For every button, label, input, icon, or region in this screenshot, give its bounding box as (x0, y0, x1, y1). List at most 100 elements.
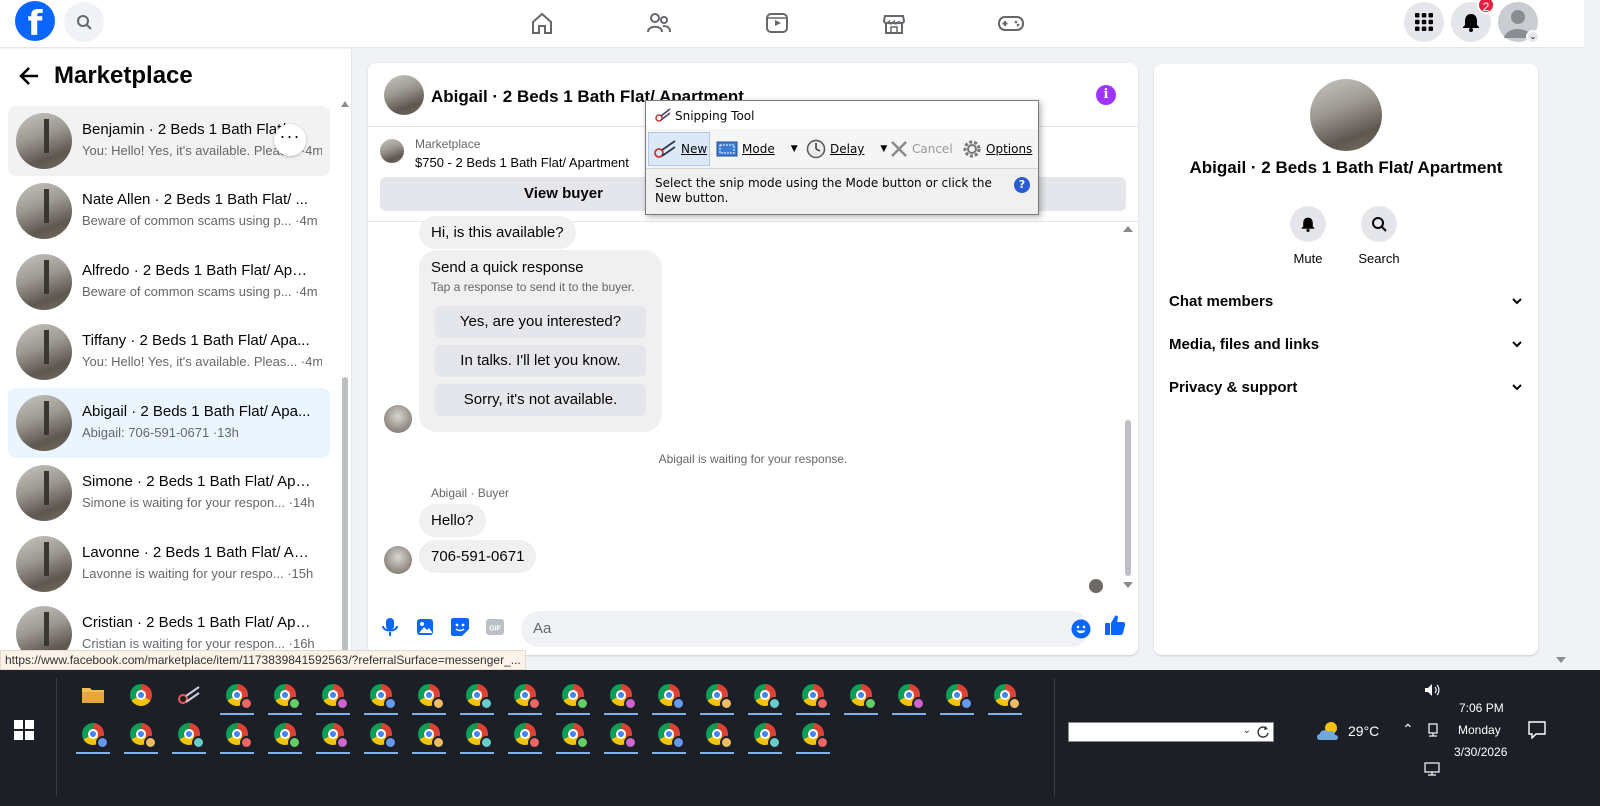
search-in-conversation-button[interactable]: Search (1349, 206, 1409, 266)
chrome-taskbar-button[interactable] (652, 678, 686, 715)
chrome-taskbar-button[interactable] (460, 678, 494, 715)
media-files-links-section[interactable]: Media, files and links (1169, 336, 1523, 353)
chrome-taskbar-button[interactable] (940, 678, 974, 715)
menu-button[interactable] (1404, 2, 1444, 42)
chrome-taskbar-button[interactable] (556, 678, 590, 715)
chrome-taskbar-button[interactable] (124, 678, 158, 712)
snipping-tool-taskbar-button[interactable] (172, 678, 206, 712)
chrome-taskbar-button[interactable] (316, 678, 350, 715)
chrome-taskbar-button[interactable] (508, 678, 542, 715)
quick-response-button[interactable]: Sorry, it's not available. (435, 384, 646, 416)
chrome-taskbar-button[interactable] (604, 717, 638, 754)
scroll-up-arrow-icon[interactable] (341, 101, 349, 107)
mode-button[interactable]: Mode ▼ (716, 132, 798, 166)
notifications-button[interactable]: 2 (1451, 0, 1495, 42)
emoji-icon[interactable] (1071, 619, 1091, 639)
chrome-taskbar-button[interactable] (220, 717, 254, 754)
conversation-item-active[interactable]: Abigail · 2 Beds 1 Bath Flat/ Apa... Abi… (8, 388, 330, 458)
new-snip-button[interactable]: New (648, 132, 710, 166)
chrome-taskbar-button[interactable] (364, 717, 398, 754)
chrome-taskbar-button[interactable] (988, 678, 1022, 715)
conversation-item[interactable]: Alfredo · 2 Beds 1 Bath Flat/ Apa... Bew… (8, 247, 330, 317)
scrollbar-thumb[interactable] (1125, 420, 1131, 576)
snipping-tool-titlebar[interactable]: Snipping Tool (646, 101, 1038, 129)
taskbar-address-box[interactable]: ⌄ (1068, 722, 1274, 742)
friends-nav-button[interactable] (642, 6, 676, 40)
quick-response-button[interactable]: In talks. I'll let you know. (435, 345, 646, 377)
chrome-taskbar-button[interactable] (412, 717, 446, 754)
start-button[interactable] (14, 720, 34, 740)
voice-clip-button[interactable] (379, 616, 401, 638)
chat-members-section[interactable]: Chat members (1169, 293, 1523, 310)
chrome-taskbar-button[interactable] (748, 678, 782, 715)
display-icon[interactable] (1424, 762, 1440, 776)
chrome-taskbar-button[interactable] (796, 678, 830, 715)
conversation-item[interactable]: Tiffany · 2 Beds 1 Bath Flat/ Apa... You… (8, 317, 330, 387)
chrome-taskbar-button[interactable] (700, 678, 734, 715)
chrome-taskbar-button[interactable] (556, 717, 590, 754)
refresh-icon[interactable] (1256, 725, 1270, 739)
like-button[interactable] (1104, 614, 1126, 636)
back-arrow-icon[interactable] (18, 65, 40, 87)
options-button[interactable]: Options (962, 132, 1032, 166)
mute-button[interactable]: Mute (1278, 206, 1338, 266)
buyer-avatar[interactable] (384, 405, 412, 433)
clock-day[interactable]: Monday (1458, 723, 1501, 737)
file-explorer-taskbar-button[interactable] (76, 678, 110, 712)
chrome-taskbar-button[interactable] (220, 678, 254, 715)
gif-button[interactable]: GIF (484, 616, 506, 638)
notification-center-icon[interactable] (1528, 721, 1546, 739)
weather-button[interactable] (1312, 714, 1346, 748)
quick-response-button[interactable]: Yes, are you interested? (435, 306, 646, 338)
chrome-taskbar-button[interactable] (892, 678, 926, 715)
chrome-taskbar-button[interactable] (796, 717, 830, 754)
conversation-item[interactable]: Lavonne · 2 Beds 1 Bath Flat/ Ap... Lavo… (8, 529, 330, 599)
chrome-taskbar-button[interactable] (124, 717, 158, 754)
conversation-item[interactable]: Benjamin · 2 Beds 1 Bath Flat/ ... You: … (8, 106, 330, 176)
chrome-taskbar-button[interactable] (652, 717, 686, 754)
info-icon[interactable]: i (1096, 85, 1116, 105)
chrome-taskbar-button[interactable] (844, 678, 878, 715)
clock-time[interactable]: 7:06 PM (1459, 701, 1504, 715)
speaker-volume-icon[interactable] (1424, 683, 1440, 697)
show-hidden-icons-chevron-icon[interactable]: ⌃ (1402, 721, 1414, 738)
marketplace-nav-button[interactable] (877, 6, 911, 40)
chrome-taskbar-button[interactable] (364, 678, 398, 715)
network-icon[interactable] (1426, 722, 1442, 738)
chat-scrollbar[interactable] (1123, 226, 1133, 592)
scroll-down-arrow-icon[interactable] (1123, 582, 1133, 588)
scroll-up-arrow-icon[interactable] (1123, 226, 1133, 232)
listing-avatar[interactable] (1310, 79, 1382, 151)
dropdown-arrow-icon[interactable]: ▼ (880, 144, 887, 154)
chrome-taskbar-button[interactable] (748, 717, 782, 754)
temperature[interactable]: 29°C (1348, 723, 1379, 739)
clock-date[interactable]: 3/30/2026 (1454, 745, 1507, 759)
facebook-logo[interactable]: f (15, 1, 55, 44)
chrome-taskbar-button[interactable] (508, 717, 542, 754)
sticker-button[interactable] (449, 616, 471, 638)
page-scrollbar[interactable] (1554, 48, 1568, 668)
account-avatar-button[interactable]: ⌄ (1498, 2, 1540, 44)
chrome-taskbar-button[interactable] (316, 717, 350, 754)
chrome-taskbar-button[interactable] (460, 717, 494, 754)
cancel-button[interactable]: Cancel (890, 132, 953, 166)
home-nav-button[interactable] (525, 6, 559, 40)
help-icon[interactable]: ? (1014, 177, 1030, 193)
conversation-list-scrollbar[interactable] (341, 101, 349, 667)
chrome-taskbar-button[interactable] (604, 678, 638, 715)
gaming-nav-button[interactable] (994, 6, 1028, 40)
conversation-item[interactable]: Nate Allen · 2 Beds 1 Bath Flat/ ... Bew… (8, 176, 330, 246)
buyer-avatar[interactable] (384, 546, 412, 574)
dropdown-arrow-icon[interactable]: ⌄ (1243, 725, 1251, 736)
attach-photo-button[interactable] (414, 616, 436, 638)
dropdown-arrow-icon[interactable]: ▼ (791, 144, 798, 154)
privacy-support-section[interactable]: Privacy & support (1169, 379, 1523, 396)
delay-button[interactable]: Delay ▼ (806, 132, 887, 166)
more-options-button[interactable]: ··· (274, 124, 306, 156)
chrome-taskbar-button[interactable] (172, 717, 206, 754)
message-input[interactable]: Aa (521, 611, 1091, 647)
chrome-taskbar-button[interactable] (700, 717, 734, 754)
scrollbar-thumb[interactable] (342, 377, 348, 667)
conversation-item[interactable]: Simone · 2 Beds 1 Bath Flat/ Apa... Simo… (8, 458, 330, 528)
chat-listing-avatar[interactable] (384, 75, 424, 115)
